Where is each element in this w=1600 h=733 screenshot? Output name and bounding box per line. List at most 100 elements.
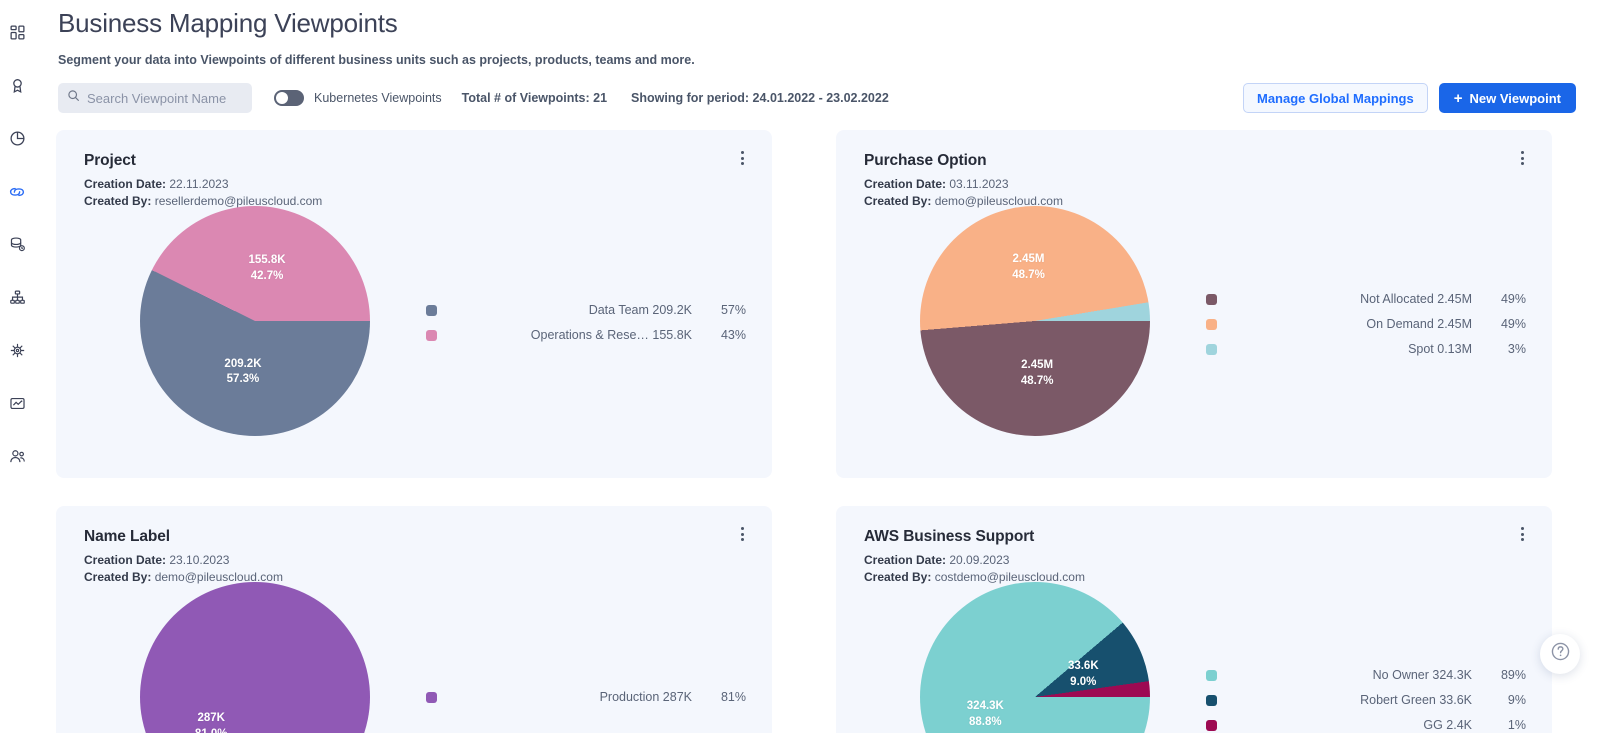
chart-area: 2.45M 48.7% 2.45M 48.7% Not Allocated 2.45M 4… — [836, 206, 1552, 478]
sidebar-item-users[interactable] — [0, 430, 34, 483]
chart-area: 209.2K 57.3% 155.8K 42.7% Data Team 209.2K 57… — [56, 206, 772, 478]
legend-label: Spot 0.13M — [1408, 342, 1472, 356]
manage-global-mappings-button[interactable]: Manage Global Mappings — [1242, 83, 1428, 113]
chart-legend: Production 287K 81% — [426, 690, 746, 704]
legend-percent: 81% — [720, 690, 746, 704]
viewpoint-card: AWS Business Support Creation Date: 20.09… — [836, 506, 1552, 733]
legend-item[interactable]: Robert Green 33.6K 9% — [1206, 693, 1526, 707]
users-icon — [9, 448, 26, 465]
page-subtitle: Segment your data into Viewpoints of dif… — [58, 53, 695, 67]
period-stat: Showing for period: 24.01.2022 - 23.02.2… — [631, 91, 889, 105]
legend-item[interactable]: Spot 0.13M 3% — [1206, 342, 1526, 356]
award-icon — [9, 77, 26, 94]
pie-chart[interactable]: 324.3K 88.8% 33.6K 9.0% — [920, 582, 1150, 733]
dashboard-icon — [9, 24, 26, 41]
dot — [740, 151, 744, 154]
creation-date-row: Creation Date: 03.11.2023 — [864, 176, 1528, 193]
legend-label: Data Team 209.2K — [588, 303, 692, 317]
legend-percent: 3% — [1507, 342, 1526, 356]
sidebar-item-business-mapping[interactable] — [0, 165, 34, 218]
viewpoint-card: Project Creation Date: 22.11.2023 Created … — [56, 130, 772, 478]
legend-percent: 49% — [1500, 317, 1526, 331]
toolbar-actions: Manage Global Mappings + New Viewpoint — [1242, 83, 1576, 113]
search-icon — [67, 89, 80, 107]
viewpoint-card-meta: Creation Date: 20.09.2023 Created By: cos… — [864, 552, 1528, 585]
sidebar-item-awards[interactable] — [0, 59, 34, 112]
legend-label: Robert Green 33.6K — [1360, 693, 1472, 707]
kubernetes-viewpoints-toggle-group[interactable]: Kubernetes Viewpoints — [274, 90, 442, 106]
creation-date-label: Creation Date: — [864, 177, 947, 191]
dot — [1520, 151, 1524, 154]
legend-label: Production 287K — [599, 690, 692, 704]
sidebar-item-kubernetes[interactable] — [0, 324, 34, 377]
card-options-menu-button[interactable] — [1514, 524, 1530, 544]
search-input-wrapper[interactable] — [58, 83, 252, 113]
card-options-menu-button[interactable] — [734, 148, 750, 168]
creation-date-value: 22.11.2023 — [169, 177, 229, 191]
dot — [1520, 156, 1524, 160]
pie-chart[interactable]: 287K81.0% — [140, 582, 370, 733]
left-sidebar — [0, 0, 34, 733]
dot — [1520, 527, 1524, 530]
search-input[interactable] — [87, 90, 237, 106]
card-options-menu-button[interactable] — [1514, 148, 1530, 168]
viewpoint-card-meta: Creation Date: 22.11.2023 Created By: res… — [84, 176, 748, 209]
toolbar: Kubernetes Viewpoints Total # of Viewpoi… — [58, 83, 1576, 113]
legend-item[interactable]: Data Team 209.2K 57% — [426, 303, 746, 317]
kubernetes-viewpoints-label: Kubernetes Viewpoints — [314, 91, 442, 105]
legend-label: No Owner 324.3K — [1372, 668, 1472, 682]
legend-color-swatch — [426, 329, 437, 341]
creation-date-value: 03.11.2023 — [949, 177, 1009, 191]
dot — [740, 538, 744, 541]
dot — [1520, 162, 1524, 165]
sidebar-item-reports[interactable] — [0, 377, 34, 430]
sidebar-item-hierarchy[interactable] — [0, 271, 34, 324]
sidebar-item-dashboard[interactable] — [0, 6, 34, 59]
chart-legend: Data Team 209.2K 57% Operations & Rese… 15… — [426, 303, 746, 342]
sidebar-item-cost-analysis[interactable] — [0, 112, 34, 165]
chart-area: 287K81.0% Production 287K 81% — [56, 582, 772, 733]
legend-item[interactable]: Production 287K 81% — [426, 690, 746, 704]
creation-date-label: Creation Date: — [84, 177, 167, 191]
legend-color-swatch — [1206, 719, 1217, 731]
app-root: Business Mapping Viewpoints Segment your… — [0, 0, 1600, 733]
pie-chart-graphic — [920, 582, 1150, 733]
creation-date-value: 23.10.2023 — [169, 553, 230, 567]
trend-report-icon — [9, 395, 26, 412]
kubernetes-helm-icon — [9, 342, 26, 359]
kubernetes-viewpoints-toggle[interactable] — [274, 90, 304, 106]
legend-color-swatch — [1206, 669, 1217, 681]
sidebar-item-resources[interactable] — [0, 218, 34, 271]
legend-item[interactable]: Not Allocated 2.45M 49% — [1206, 292, 1526, 306]
new-viewpoint-button[interactable]: + New Viewpoint — [1438, 83, 1576, 113]
viewpoint-card-title: Project — [84, 152, 136, 169]
chart-legend: No Owner 324.3K 89% Robert Green 33.6K 9% GG… — [1206, 668, 1526, 732]
toggle-knob — [276, 92, 288, 104]
legend-color-swatch — [1206, 694, 1217, 706]
creation-date-row: Creation Date: 20.09.2023 — [864, 552, 1528, 569]
pie-chart[interactable]: 209.2K 57.3% 155.8K 42.7% — [140, 206, 370, 436]
legend-item[interactable]: On Demand 2.45M 49% — [1206, 317, 1526, 331]
creation-date-row: Creation Date: 23.10.2023 — [84, 552, 748, 569]
help-button[interactable] — [1540, 634, 1580, 674]
dot — [740, 156, 744, 160]
pie-chart-graphic — [920, 206, 1150, 436]
question-mark-icon — [1550, 641, 1571, 667]
viewpoint-card-meta: Creation Date: 23.10.2023 Created By: dem… — [84, 552, 748, 585]
pie-chart-graphic — [140, 206, 370, 436]
chart-area: 324.3K 88.8% 33.6K 9.0% No Owner 324.3K 89% Ro… — [836, 582, 1552, 733]
pie-chart[interactable]: 2.45M 48.7% 2.45M 48.7% — [920, 206, 1150, 436]
dot — [740, 527, 744, 530]
legend-item[interactable]: Operations & Rese… 155.8K 43% — [426, 328, 746, 342]
card-options-menu-button[interactable] — [734, 524, 750, 544]
legend-percent: 9% — [1507, 693, 1526, 707]
legend-item[interactable]: No Owner 324.3K 89% — [1206, 668, 1526, 682]
viewpoint-card-title: AWS Business Support — [864, 528, 1035, 545]
legend-item[interactable]: GG 2.4K 1% — [1206, 718, 1526, 732]
legend-percent: 1% — [1507, 718, 1526, 732]
creation-date-label: Creation Date: — [84, 553, 167, 567]
viewpoint-card-meta: Creation Date: 03.11.2023 Created By: dem… — [864, 176, 1528, 209]
legend-color-swatch — [426, 691, 437, 703]
org-tree-icon — [9, 289, 26, 306]
database-clock-icon — [9, 236, 26, 253]
